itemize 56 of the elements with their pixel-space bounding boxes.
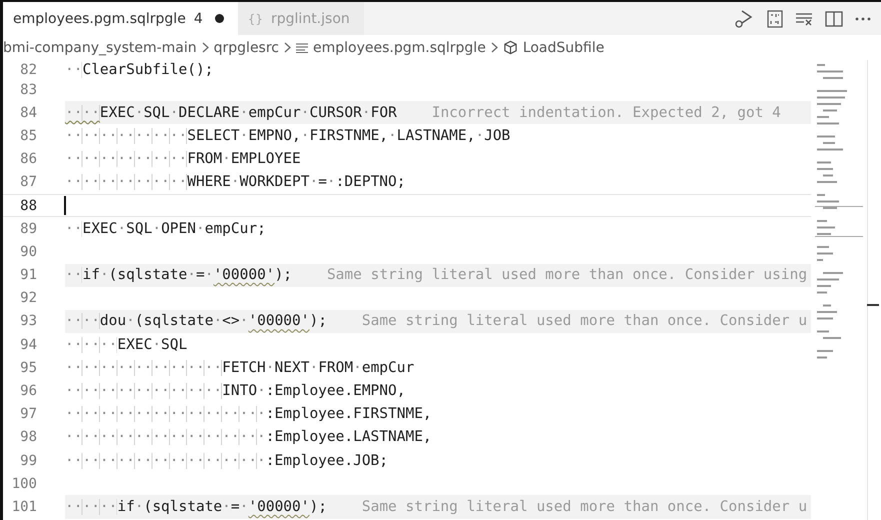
line-number: 94 <box>19 336 37 353</box>
line-number: 97 <box>19 406 37 422</box>
filter-lines-button[interactable] <box>795 12 813 26</box>
line-number: 86 <box>19 151 37 168</box>
line-number: 93 <box>19 313 37 330</box>
code-line: ··if·(sqlstate·=·'00000'); <box>65 267 292 284</box>
breadcrumb-item[interactable]: bmi-company_system-main <box>3 40 197 56</box>
breadcrumb-item[interactable]: qrpglesrc <box>214 40 279 56</box>
line-number: 100 <box>10 476 37 492</box>
inline-diagnostic: Same string literal used more than once. Consider using <box>326 267 808 284</box>
tab-file-icon: {} <box>248 12 264 26</box>
line-number: 83 <box>19 82 37 98</box>
line-number: 89 <box>19 220 37 237</box>
line-number: 84 <box>19 104 37 121</box>
code-line: ··············SELECT·EMPNO,·FIRSTNME,·LASTNAME,·JOB <box>65 128 510 144</box>
code-line: ····dou·(sqlstate·<>·'00000'); <box>65 313 327 330</box>
code-line: ··················INTO·:Employee.EMPNO, <box>65 383 406 400</box>
code-line: ····EXEC·SQL·DECLARE·empCur·CURSOR·FOR <box>65 104 397 121</box>
code-line: ··EXEC·SQL·OPEN·empCur; <box>65 220 266 237</box>
code-line: ··············WHERE·WORKDEPT·=·:DEPTNO; <box>65 174 406 190</box>
run-debug-button[interactable] <box>733 8 755 28</box>
code-line: ··············FROM·EMPLOYEE <box>65 151 301 168</box>
line-number: 101 <box>10 498 37 515</box>
inline-diagnostic: Same string literal used more than once. Consider u <box>362 313 808 330</box>
binary-view-button[interactable] <box>767 10 783 28</box>
breadcrumb-item[interactable]: LoadSubfile <box>522 40 604 56</box>
line-number: 96 <box>19 383 37 400</box>
line-number: 87 <box>19 174 37 190</box>
line-number: 92 <box>19 290 37 306</box>
code-line: ······EXEC·SQL <box>65 336 188 353</box>
line-number: 90 <box>19 244 37 260</box>
code-line: ··················FETCH·NEXT·FROM·empCur <box>65 360 414 376</box>
line-number: 91 <box>19 267 37 284</box>
inline-diagnostic: Incorrect indentation. Expected 2, got 4 <box>432 104 781 121</box>
chevron-right-icon <box>284 42 291 53</box>
tab-label: employees.pgm.sqlrpgle <box>13 10 186 26</box>
line-number: 82 <box>19 62 37 78</box>
breadcrumb-item[interactable]: employees.pgm.sqlrpgle <box>313 40 486 56</box>
lines-icon <box>296 42 308 52</box>
code-line: ··ClearSubfile(); <box>65 62 214 78</box>
line-number: 95 <box>19 360 37 376</box>
chevron-right-icon <box>490 42 498 53</box>
inline-diagnostic: Same string literal used more than once. Consider u <box>362 498 808 515</box>
more-actions-button[interactable] <box>855 16 871 20</box>
split-editor-button[interactable] <box>825 10 843 26</box>
line-number: 99 <box>19 452 37 469</box>
line-number: 85 <box>19 128 37 144</box>
tab-label: rpglint.json <box>271 10 350 26</box>
line-number: 98 <box>19 429 37 446</box>
cube-icon <box>502 40 518 55</box>
problem-count: 4 <box>194 10 203 26</box>
chevron-right-icon <box>202 42 209 53</box>
editor-tab[interactable]: employees.pgm.sqlrpgle 4 <box>3 2 238 35</box>
scroll-position-mark <box>867 304 879 306</box>
code-line: ······if·(sqlstate·=·'00000'); <box>65 498 327 515</box>
line-number: 88 <box>19 198 37 214</box>
